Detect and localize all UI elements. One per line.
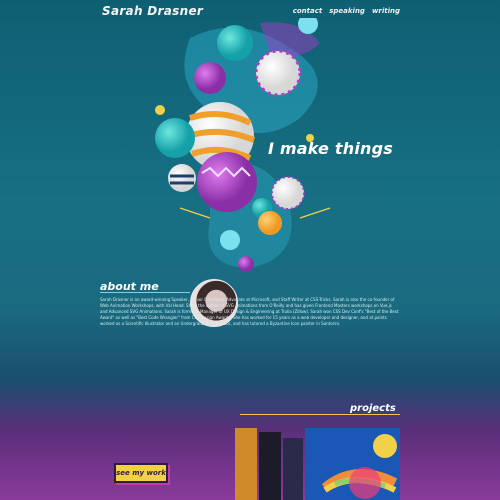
nav-speaking[interactable]: speaking	[329, 7, 365, 15]
projects-preview-thumbnails[interactable]	[235, 428, 400, 500]
see-my-work-button[interactable]: see my work	[114, 463, 168, 483]
projects-underline	[240, 414, 400, 415]
brand-name[interactable]: Sarah Drasner	[102, 4, 203, 18]
about-bio: Sarah Drasner is an award-winning Speake…	[100, 297, 400, 327]
nav-writing[interactable]: writing	[372, 7, 400, 15]
nav-contact[interactable]: contact	[293, 7, 323, 15]
projects-heading: projects	[350, 403, 396, 414]
about-paragraph: Sarah Drasner is an award-winning Speake…	[100, 297, 399, 326]
hero-tagline: I make things	[268, 139, 393, 158]
about-underline	[100, 292, 190, 293]
top-nav: contact speaking writing	[293, 7, 400, 15]
